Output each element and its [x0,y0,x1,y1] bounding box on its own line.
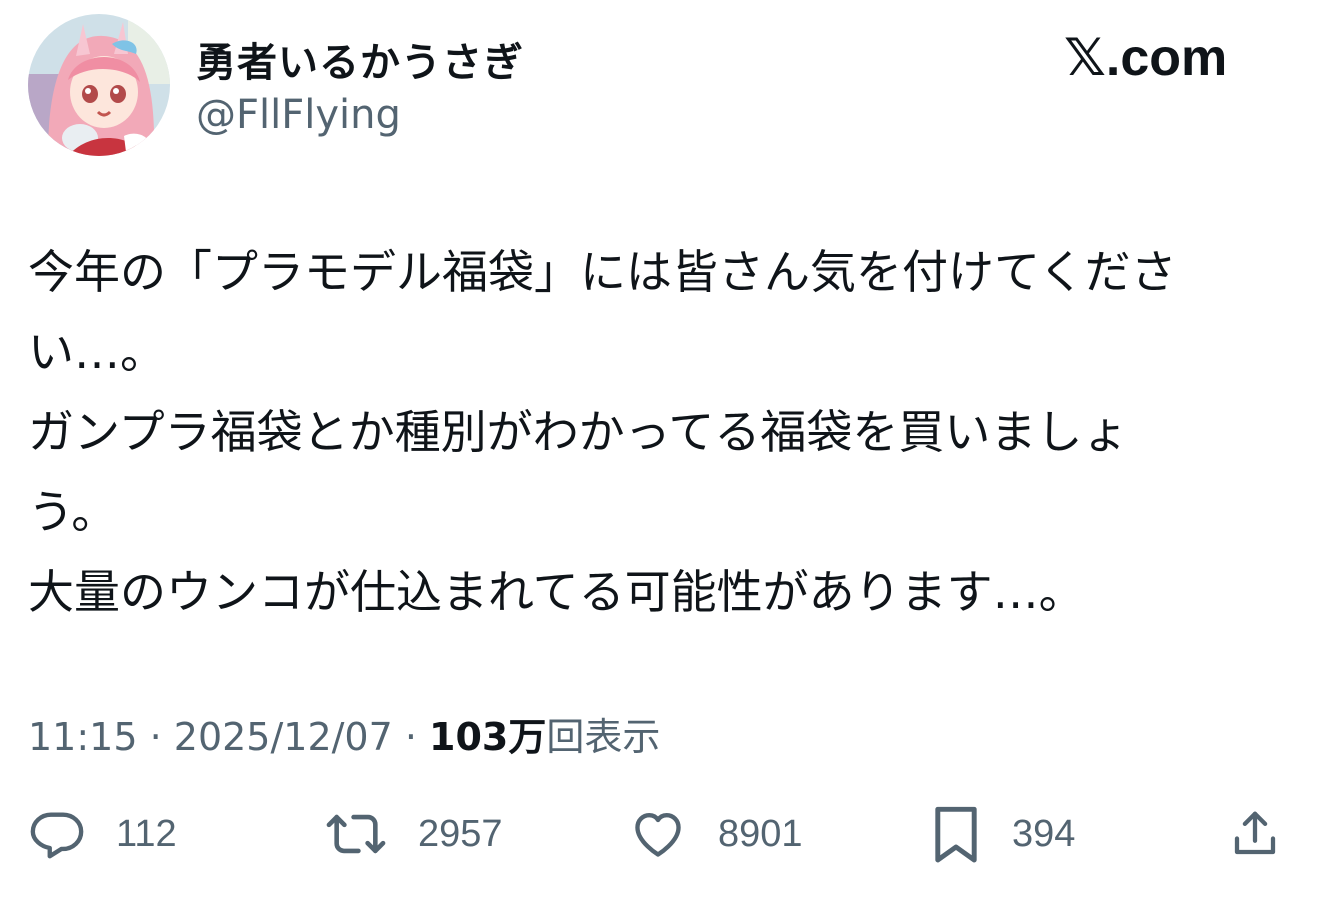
tweet-line: う。 [28,485,118,539]
meta-separator: · [392,715,430,759]
views-count: 103万 [429,715,547,759]
tweet-line: い…。 [28,325,166,379]
reply-button[interactable]: 112 [28,798,177,870]
bookmark-icon [930,802,982,866]
retweet-icon [324,805,388,863]
views-label: 回表示 [546,715,661,759]
reply-icon [28,805,86,863]
tweet-line: 大量のウンコが仕込まれてる可能性があります…。 [28,565,1085,619]
tweet-line: ガンプラ福袋とか種別がわかってる福袋を買いましょ [28,405,1129,459]
tweet-date[interactable]: 2025/12/07 [174,715,393,759]
user-handle[interactable]: @FllFlying [196,92,401,138]
share-icon [1228,805,1282,863]
like-button[interactable]: 8901 [628,798,803,870]
meta-separator: · [137,715,174,759]
bookmark-button[interactable]: 394 [930,798,1075,870]
tweet-line: 今年の「プラモデル福袋」には皆さん気を付けてくださ [28,245,1177,299]
retweet-count: 2957 [418,812,503,855]
retweet-button[interactable]: 2957 [324,798,503,870]
tweet-time[interactable]: 11:15 [28,715,138,759]
action-bar: 112 2957 8901 394 [0,798,1320,878]
tweet-text: 今年の「プラモデル福袋」には皆さん気を付けてくださ い…。 ガンプラ福袋とか種別… [28,232,1298,632]
avatar[interactable] [28,14,170,156]
avatar-illustration [28,14,170,156]
bookmark-count: 394 [1012,812,1076,855]
display-name[interactable]: 勇者いるかうさぎ [196,30,524,88]
share-button[interactable] [1228,798,1282,870]
reply-count: 112 [116,812,177,855]
x-brand-logo: 𝕏.com [1064,29,1228,87]
tweet-meta: 11:15 · 2025/12/07 · 103万回表示 [28,706,660,761]
like-icon [628,805,688,863]
like-count: 8901 [718,812,803,855]
